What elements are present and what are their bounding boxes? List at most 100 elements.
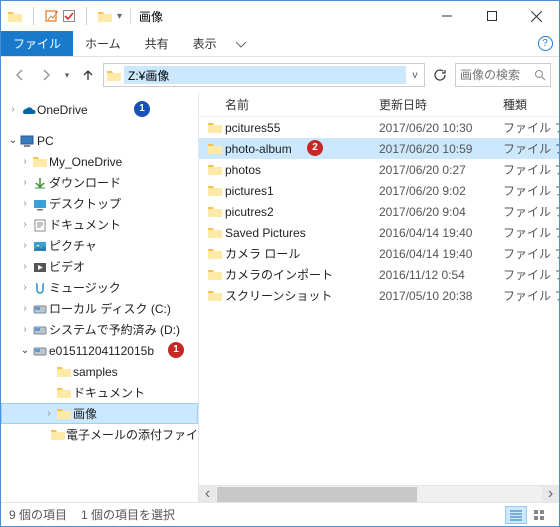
file-row[interactable]: pictures12017/06/20 9:02ファイル フォル [199, 180, 559, 201]
separator [86, 7, 87, 25]
up-button[interactable] [77, 64, 99, 86]
tree-item[interactable]: ›ローカル ディスク (C:) [1, 298, 198, 319]
tree-item-icon [31, 344, 49, 358]
col-type[interactable]: 種類 [503, 96, 559, 113]
minimize-button[interactable] [424, 1, 469, 31]
file-row[interactable]: スクリーンショット2017/05/10 20:38ファイル フォル [199, 285, 559, 306]
tree-item-icon [31, 260, 49, 274]
file-name: スクリーンショット [225, 287, 379, 304]
chevron-right-icon[interactable]: › [19, 198, 31, 209]
chevron-right-icon[interactable]: › [19, 156, 31, 167]
file-row[interactable]: photos2017/06/20 0:27ファイル フォル [199, 159, 559, 180]
tree-item[interactable]: ›システムで予約済み (D:) [1, 319, 198, 340]
qat-properties-icon[interactable] [44, 9, 58, 23]
status-bar: 9 個の項目 1 個の項目を選択 [1, 502, 559, 526]
tab-file[interactable]: ファイル [1, 31, 73, 56]
chevron-down-icon[interactable]: ⌄ [7, 135, 19, 146]
scroll-right-icon[interactable]: › [542, 486, 559, 503]
horizontal-scrollbar[interactable]: ‹ › [199, 485, 559, 502]
file-type: ファイル フォル [503, 161, 559, 178]
file-type: ファイル フォル [503, 182, 559, 199]
close-button[interactable] [514, 1, 559, 31]
chevron-down-icon[interactable]: ⌄ [19, 345, 31, 356]
tree-item[interactable]: ›ミュージック [1, 277, 198, 298]
tab-share[interactable]: 共有 [133, 31, 181, 56]
file-type: ファイル フォル [503, 266, 559, 283]
tree-item-icon [31, 239, 49, 253]
file-type: ファイル フォル [503, 287, 559, 304]
chevron-right-icon[interactable]: › [43, 408, 55, 419]
folder-icon [104, 69, 124, 82]
qat-checkbox-icon[interactable] [62, 9, 76, 23]
folder-icon [55, 407, 73, 420]
chevron-right-icon[interactable]: › [19, 324, 31, 335]
address-input[interactable] [124, 66, 406, 84]
chevron-right-icon[interactable]: › [19, 282, 31, 293]
tree-label: PC [37, 134, 54, 148]
tree-item[interactable]: › ピクチャ [1, 235, 198, 256]
col-name[interactable]: 名前 [225, 96, 379, 113]
tree-item[interactable]: › デスクトップ [1, 193, 198, 214]
refresh-button[interactable] [429, 63, 451, 87]
file-row[interactable]: Saved Pictures2016/04/14 19:40ファイル フォル [199, 222, 559, 243]
chevron-right-icon[interactable]: › [19, 240, 31, 251]
tree-item[interactable]: ドキュメント [1, 382, 198, 403]
qat-dropdown-icon[interactable]: ▾ [117, 11, 122, 22]
chevron-right-icon[interactable]: › [19, 219, 31, 230]
file-row[interactable]: カメラのインポート2016/11/12 0:54ファイル フォル [199, 264, 559, 285]
scroll-left-icon[interactable]: ‹ [199, 486, 216, 503]
search-box[interactable] [455, 63, 551, 87]
tree-item[interactable]: samples [1, 361, 198, 382]
chevron-right-icon[interactable]: › [19, 303, 31, 314]
tree-item[interactable]: › ドキュメント [1, 214, 198, 235]
address-bar[interactable]: v [103, 63, 425, 87]
tree-item[interactable]: › 画像 [1, 403, 198, 424]
tree-item-icon [31, 302, 49, 316]
file-date: 2017/05/10 20:38 [379, 289, 503, 303]
forward-button[interactable] [35, 64, 57, 86]
file-date: 2017/06/20 10:30 [379, 121, 503, 135]
tab-home[interactable]: ホーム [73, 31, 133, 56]
file-name: Saved Pictures [225, 226, 379, 240]
maximize-button[interactable] [469, 1, 514, 31]
folder-icon [55, 386, 73, 399]
file-row[interactable]: photo-album2017/06/20 10:59ファイル フォル2 [199, 138, 559, 159]
tree-label: ピクチャ [49, 237, 97, 254]
file-row[interactable]: カメラ ロール2016/04/14 19:40ファイル フォル [199, 243, 559, 264]
view-details-button[interactable] [505, 506, 527, 524]
file-list-pane: 名前 更新日時 種類 pcitures552017/06/20 10:30ファイ… [199, 93, 559, 502]
tree-label: 電子メールの添付ファイ [66, 426, 198, 443]
tree-label: ドキュメント [49, 216, 121, 233]
tree-item[interactable]: ›ダウンロード [1, 172, 198, 193]
tree-item[interactable]: ⌄e01511204112015b1 [1, 340, 198, 361]
ribbon-expand-icon[interactable] [229, 31, 253, 56]
tree-label: samples [73, 365, 118, 379]
tree-item[interactable]: ›ビデオ [1, 256, 198, 277]
view-icons-button[interactable] [529, 506, 551, 524]
help-button[interactable]: ? [531, 31, 559, 56]
file-row[interactable]: picutres22017/06/20 9:04ファイル フォル [199, 201, 559, 222]
recent-dropdown[interactable]: ▾ [61, 64, 73, 86]
tree-label: OneDrive [37, 103, 88, 117]
tree-item[interactable]: ›My_OneDrive [1, 151, 198, 172]
tree-item[interactable]: 電子メールの添付ファイ [1, 424, 198, 445]
file-row[interactable]: pcitures552017/06/20 10:30ファイル フォル [199, 117, 559, 138]
tab-view[interactable]: 表示 [181, 31, 229, 56]
back-button[interactable] [9, 64, 31, 86]
nav-tree: › OneDrive 1 ⌄ PC ›My_OneDrive›ダウンロード›デス… [1, 93, 199, 502]
chevron-right-icon[interactable]: › [19, 261, 31, 272]
folder-icon [205, 121, 225, 134]
chevron-right-icon[interactable]: › [7, 104, 19, 115]
col-date[interactable]: 更新日時 [379, 96, 503, 113]
file-date: 2016/04/14 19:40 [379, 226, 503, 240]
search-input[interactable] [460, 68, 530, 82]
file-type: ファイル フォル [503, 245, 559, 262]
scroll-thumb[interactable] [217, 487, 417, 502]
tree-label: デスクトップ [49, 195, 121, 212]
address-dropdown-icon[interactable]: v [406, 70, 424, 81]
chevron-right-icon[interactable]: › [19, 177, 31, 188]
tree-label: 画像 [73, 405, 97, 422]
tree-pc[interactable]: ⌄ PC [1, 130, 198, 151]
folder-icon [7, 9, 23, 23]
tree-onedrive[interactable]: › OneDrive 1 [1, 99, 198, 120]
